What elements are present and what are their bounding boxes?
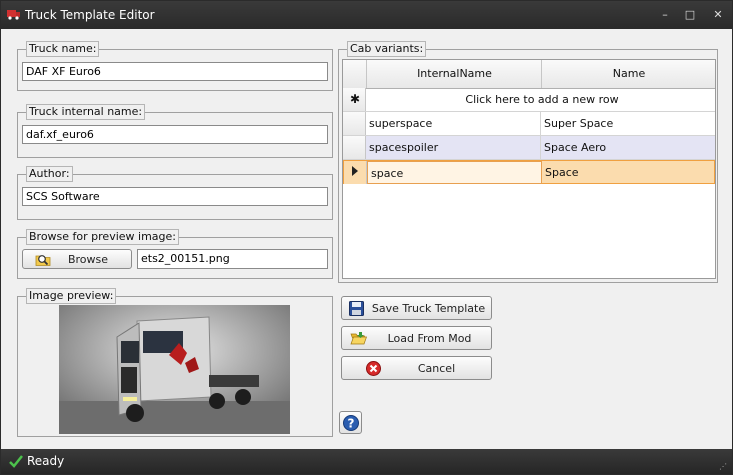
new-row-text[interactable]: Click here to add a new row	[366, 88, 715, 111]
column-header-internalname[interactable]: InternalName	[366, 60, 542, 88]
magnifier-folder-icon	[35, 255, 51, 266]
resize-grip-icon[interactable]: ⋰	[719, 462, 727, 471]
truck-internal-name-label: Truck internal name:	[26, 104, 146, 120]
cell-name[interactable]: Space Aero	[541, 136, 715, 159]
cancel-button[interactable]: Cancel	[341, 356, 492, 380]
cell-name[interactable]: Super Space	[541, 112, 715, 135]
svg-text:?: ?	[348, 417, 355, 431]
grid-header: InternalName Name	[343, 60, 715, 89]
cell-internalname[interactable]: superspace	[366, 112, 541, 135]
table-row-selected[interactable]: space Space	[343, 160, 715, 184]
table-row[interactable]: superspace Super Space	[343, 112, 715, 136]
help-button[interactable]: ?	[339, 411, 362, 434]
save-truck-template-button[interactable]: Save Truck Template	[341, 296, 492, 320]
help-icon: ?	[343, 415, 359, 431]
truck-app-icon	[7, 10, 20, 20]
floppy-disk-icon	[349, 301, 364, 316]
grid-new-row[interactable]: ✱ Click here to add a new row	[343, 88, 715, 112]
browse-button-label: Browse	[67, 252, 109, 266]
current-row-arrow-icon	[352, 166, 358, 176]
preview-file-input[interactable]: ets2_00151.png	[137, 249, 328, 269]
cell-name[interactable]: Space	[542, 161, 714, 184]
cell-internalname[interactable]: spacespoiler	[366, 136, 541, 159]
column-header-name[interactable]: Name	[541, 60, 716, 88]
app-window: Truck Template Editor – □ ✕ Truck name: …	[0, 0, 733, 475]
cab-variants-label: Cab variants:	[347, 41, 427, 57]
load-button-label: Load From Mod	[387, 331, 472, 345]
truck-name-label: Truck name:	[26, 41, 100, 57]
new-row-icon: ✱	[350, 92, 361, 106]
row-selector[interactable]	[344, 161, 367, 184]
row-selector[interactable]	[343, 112, 366, 135]
table-row[interactable]: spacespoiler Space Aero	[343, 136, 715, 160]
row-selector[interactable]: ✱	[343, 88, 366, 111]
status-bar: Ready ⋰	[1, 449, 732, 474]
cab-variants-grid: InternalName Name ✱ Click here to add a …	[342, 59, 716, 279]
load-from-mod-button[interactable]: Load From Mod	[341, 326, 492, 350]
minimize-icon[interactable]: –	[656, 7, 674, 23]
cell-internalname[interactable]: space	[367, 161, 542, 184]
window-title: Truck Template Editor	[25, 8, 155, 22]
cancel-icon	[366, 361, 381, 376]
browse-button[interactable]: Browse	[22, 249, 132, 269]
author-label: Author:	[26, 166, 73, 182]
checkmark-icon	[9, 455, 23, 468]
close-icon[interactable]: ✕	[709, 7, 727, 23]
browse-preview-label: Browse for preview image:	[26, 229, 179, 245]
cancel-button-label: Cancel	[417, 361, 456, 375]
truck-internal-name-input[interactable]: daf.xf_euro6	[22, 125, 328, 144]
row-selector[interactable]	[343, 136, 366, 159]
status-text: Ready	[27, 454, 65, 468]
title-bar[interactable]: Truck Template Editor – □ ✕	[1, 1, 732, 29]
truck-preview-image	[59, 305, 290, 434]
image-preview-label: Image preview:	[26, 288, 117, 304]
save-button-label: Save Truck Template	[371, 301, 486, 315]
truck-name-input[interactable]: DAF XF Euro6	[22, 62, 328, 81]
maximize-icon[interactable]: □	[681, 7, 699, 23]
author-input[interactable]: SCS Software	[22, 187, 328, 206]
open-folder-icon	[350, 332, 367, 345]
